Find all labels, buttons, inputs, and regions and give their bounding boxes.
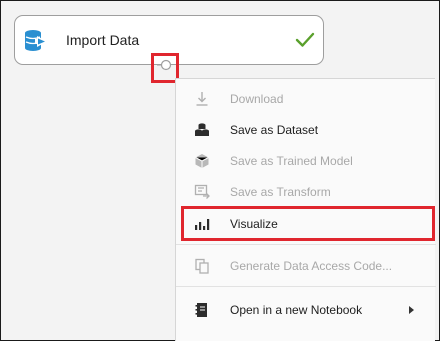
menu-item-generate-data-access-code[interactable]: Generate Data Access Code... [176,251,436,281]
trained-model-icon [195,154,209,168]
submenu-arrow-icon [409,306,414,314]
menu-item-save-as-trained-model[interactable]: Save as Trained Model [176,146,436,176]
dataset-icon [195,123,209,136]
menu-item-label: Open in a new Notebook [230,303,363,317]
copy-code-icon [195,258,209,274]
menu-item-label: Save as Trained Model [230,154,353,168]
menu-item-save-as-dataset[interactable]: Save as Dataset [176,115,436,145]
download-icon [196,92,208,106]
menu-item-open-in-notebook[interactable]: Open in a new Notebook [176,295,436,325]
menu-item-label: Save as Transform [230,185,331,199]
menu-item-label: Download [230,92,284,106]
menu-item-label: Save as Dataset [230,123,319,137]
notebook-icon [195,303,207,317]
module-title: Import Data [66,32,140,48]
visualize-highlight-box [181,206,435,241]
menu-item-save-as-transform[interactable]: Save as Transform [176,177,436,207]
menu-separator [176,286,436,287]
checkmark-icon [295,32,315,47]
transform-icon [194,184,210,199]
menu-item-download[interactable]: Download [176,84,436,114]
import-data-icon [25,30,47,51]
menu-separator [176,244,436,245]
menu-item-label: Generate Data Access Code... [230,259,393,273]
